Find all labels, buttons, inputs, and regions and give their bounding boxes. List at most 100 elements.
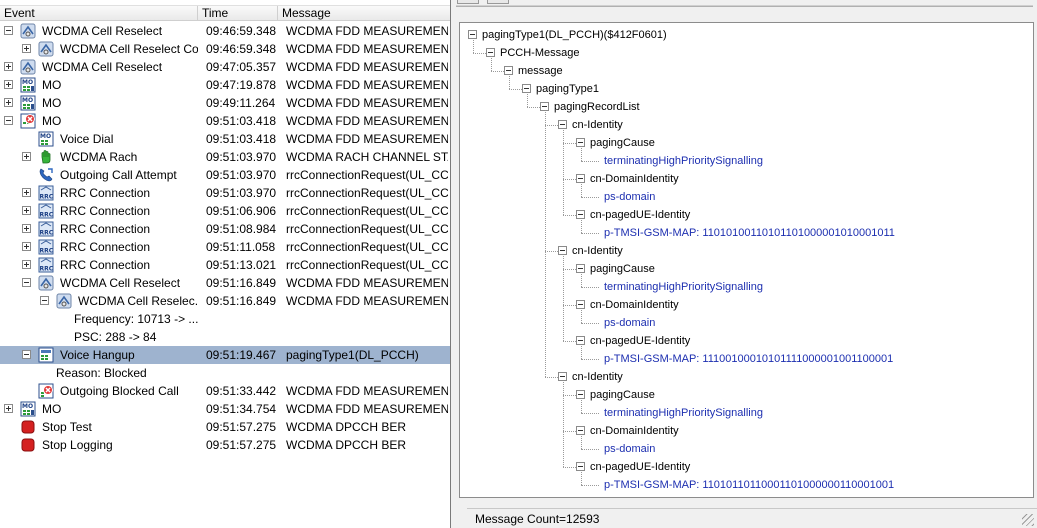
- tree-collapse-icon[interactable]: [504, 66, 513, 75]
- event-row[interactable]: RRC RRC Connection 09:51:03.970 rrcConnecti…: [0, 184, 450, 202]
- tree-collapse-icon[interactable]: [558, 246, 567, 255]
- tree-value[interactable]: terminatingHighPrioritySignalling: [604, 278, 763, 296]
- toolbar-button-right[interactable]: [487, 0, 509, 4]
- message-decode-tree[interactable]: pagingType1(DL_PCCH)($412F0601) PCCH-Mess…: [459, 22, 1034, 498]
- collapse-icon[interactable]: [22, 278, 31, 287]
- expand-icon[interactable]: [4, 80, 13, 89]
- tree-node[interactable]: PCCH-Message: [500, 44, 579, 62]
- detail-toolbar: [457, 0, 521, 4]
- expand-icon[interactable]: [4, 62, 13, 71]
- tree-collapse-icon[interactable]: [576, 390, 585, 399]
- event-row[interactable]: MO 09:51:03.418 WCDMA FDD MEASUREMENTS: [0, 112, 450, 130]
- tree-node[interactable]: pagingCause: [590, 134, 655, 152]
- event-row[interactable]: MO MO 09:47:19.878 WCDMA FDD MEASUREMENTS: [0, 76, 450, 94]
- tree-node[interactable]: cn-Identity: [572, 116, 623, 134]
- event-row[interactable]: WCDMA Rach 09:51:03.970 WCDMA RACH CHANNEL…: [0, 148, 450, 166]
- event-name: WCDMA Cell Reselect: [42, 60, 163, 74]
- tree-value[interactable]: p-TMSI-GSM-MAP: 111001000101011110000010…: [604, 350, 893, 368]
- tree-collapse-icon[interactable]: [576, 174, 585, 183]
- tree-collapse-icon[interactable]: [576, 336, 585, 345]
- toolbar-button-left[interactable]: [457, 0, 479, 4]
- expand-icon[interactable]: [22, 224, 31, 233]
- tree-collapse-icon[interactable]: [576, 264, 585, 273]
- event-row[interactable]: RRC RRC Connection 09:51:06.906 rrcConnecti…: [0, 202, 450, 220]
- tree-value[interactable]: ps-domain: [604, 314, 655, 332]
- event-row[interactable]: RRC RRC Connection 09:51:13.021 rrcConnecti…: [0, 256, 450, 274]
- event-row[interactable]: MO Voice Dial 09:51:03.418 WCDMA FDD MEASUR…: [0, 130, 450, 148]
- collapse-icon[interactable]: [22, 350, 31, 359]
- tree-value[interactable]: terminatingHighPrioritySignalling: [604, 404, 763, 422]
- event-row[interactable]: Voice Hangup 09:51:19.467 pagingType1(DL_P…: [0, 346, 450, 364]
- tree-node[interactable]: pagingType1: [536, 80, 599, 98]
- expand-icon[interactable]: [22, 242, 31, 251]
- event-row[interactable]: Stop Test 09:51:57.275 WCDMA DPCCH BER: [0, 418, 450, 436]
- tree-value[interactable]: ps-domain: [604, 440, 655, 458]
- event-name: MO: [42, 402, 62, 416]
- tree-node[interactable]: cn-Identity: [572, 242, 623, 260]
- tree-collapse-icon[interactable]: [486, 48, 495, 57]
- tree-collapse-icon[interactable]: [540, 102, 549, 111]
- tree-collapse-icon[interactable]: [522, 84, 531, 93]
- column-header-event[interactable]: Event: [0, 6, 198, 21]
- tree-node[interactable]: pagingRecordList: [554, 98, 640, 116]
- tree-node[interactable]: cn-pagedUE-Identity: [590, 206, 690, 224]
- tree-collapse-icon[interactable]: [468, 30, 477, 39]
- tree-connector: [581, 449, 599, 450]
- event-row[interactable]: RRC RRC Connection 09:51:11.058 rrcConnecti…: [0, 238, 450, 256]
- event-row[interactable]: Outgoing Call Attempt 09:51:03.970 rrcConn…: [0, 166, 450, 184]
- tree-node[interactable]: pagingType1(DL_PCCH)($412F0601): [482, 26, 667, 44]
- tree-collapse-icon[interactable]: [576, 138, 585, 147]
- event-row[interactable]: WCDMA Cell Reselect 09:46:59.348 WCDMA FDD…: [0, 22, 450, 40]
- expand-icon[interactable]: [22, 206, 31, 215]
- event-row[interactable]: RRC RRC Connection 09:51:08.984 rrcConnecti…: [0, 220, 450, 238]
- collapse-icon[interactable]: [40, 296, 49, 305]
- expand-icon[interactable]: [4, 404, 13, 413]
- tree-node[interactable]: pagingCause: [590, 260, 655, 278]
- event-row[interactable]: MO MO 09:49:11.264 WCDMA FDD MEASUREMENTS: [0, 94, 450, 112]
- tree-node[interactable]: cn-pagedUE-Identity: [590, 332, 690, 350]
- expand-icon[interactable]: [22, 44, 31, 53]
- expand-icon[interactable]: [22, 152, 31, 161]
- tree-collapse-icon[interactable]: [576, 210, 585, 219]
- tree-node[interactable]: pagingCause: [590, 386, 655, 404]
- event-row[interactable]: WCDMA Cell Reselect 09:51:16.849 WCDMA FDD…: [0, 274, 450, 292]
- tree-node[interactable]: cn-pagedUE-Identity: [590, 458, 690, 476]
- event-row[interactable]: PSC: 288 -> 84: [0, 328, 450, 346]
- tree-collapse-icon[interactable]: [576, 426, 585, 435]
- event-row[interactable]: WCDMA Cell Reselect 09:47:05.357 WCDMA FDD…: [0, 58, 450, 76]
- event-name: Outgoing Blocked Call: [60, 384, 179, 398]
- event-message: WCDMA FDD MEASUREMENTS: [286, 60, 448, 74]
- expand-icon[interactable]: [4, 98, 13, 107]
- event-row[interactable]: Frequency: 10713 -> ...: [0, 310, 450, 328]
- cell-reselect-icon: [56, 293, 72, 309]
- event-message: rrcConnectionRequest(UL_CCCH): [286, 186, 448, 200]
- tree-value[interactable]: ps-domain: [604, 188, 655, 206]
- tree-collapse-icon[interactable]: [558, 120, 567, 129]
- column-header-time[interactable]: Time: [198, 6, 278, 21]
- resize-grip-icon[interactable]: [1022, 514, 1034, 526]
- tree-collapse-icon[interactable]: [576, 462, 585, 471]
- tree-node[interactable]: message: [518, 62, 563, 80]
- tree-node[interactable]: cn-DomainIdentity: [590, 170, 679, 188]
- event-name: MO: [42, 78, 62, 92]
- collapse-icon[interactable]: [4, 26, 13, 35]
- event-row[interactable]: WCDMA Cell Reselec... 09:51:16.849 WCDMA F…: [0, 292, 450, 310]
- expand-icon[interactable]: [22, 188, 31, 197]
- tree-value[interactable]: p-TMSI-GSM-MAP: 110101001101011010000010…: [604, 224, 895, 242]
- tree-node[interactable]: cn-Identity: [572, 368, 623, 386]
- tree-node[interactable]: cn-DomainIdentity: [590, 422, 679, 440]
- tree-value[interactable]: p-TMSI-GSM-MAP: 110101101100011010000001…: [604, 476, 894, 494]
- tree-node[interactable]: cn-DomainIdentity: [590, 296, 679, 314]
- tree-collapse-icon[interactable]: [576, 300, 585, 309]
- event-row[interactable]: Outgoing Blocked Call 09:51:33.442 WCDMA F…: [0, 382, 450, 400]
- event-row[interactable]: WCDMA Cell Reselect Co... 09:46:59.348 WCD…: [0, 40, 450, 58]
- event-row[interactable]: MO MO 09:51:34.754 WCDMA FDD MEASUREMENTS: [0, 400, 450, 418]
- column-header-message[interactable]: Message: [278, 6, 450, 21]
- tree-value[interactable]: terminatingHighPrioritySignalling: [604, 152, 763, 170]
- collapse-icon[interactable]: [4, 116, 13, 125]
- event-row[interactable]: Reason: Blocked: [0, 364, 450, 382]
- expand-icon[interactable]: [22, 260, 31, 269]
- tree-collapse-icon[interactable]: [558, 372, 567, 381]
- tree-connector: [473, 40, 474, 53]
- event-row[interactable]: Stop Logging 09:51:57.275 WCDMA DPCCH BER: [0, 436, 450, 454]
